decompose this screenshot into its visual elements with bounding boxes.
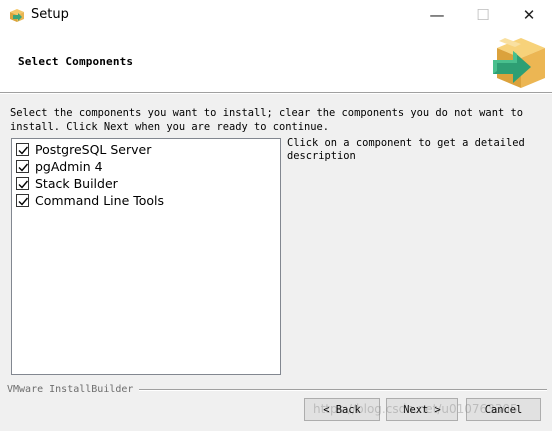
checkbox-checked[interactable] xyxy=(16,177,29,190)
installer-box-arrow-icon xyxy=(493,38,545,88)
setup-app-icon xyxy=(10,9,24,22)
checkmark-icon xyxy=(18,180,29,189)
list-item[interactable]: PostgreSQL Server xyxy=(16,141,151,158)
branding-separator: VMware InstallBuilder xyxy=(7,384,547,395)
wizard-body: Select the components you want to instal… xyxy=(0,94,552,431)
component-description: Click on a component to get a detailed d… xyxy=(287,137,525,162)
list-item[interactable]: Command Line Tools xyxy=(16,192,164,209)
minimize-icon: — xyxy=(429,6,445,24)
checkmark-icon xyxy=(18,146,29,155)
page-title: Select Components xyxy=(18,55,134,68)
checkbox-checked[interactable] xyxy=(16,160,29,173)
next-button[interactable]: Next > xyxy=(386,398,458,421)
back-button[interactable]: < Back xyxy=(304,398,380,421)
close-icon: ✕ xyxy=(522,6,536,24)
minimize-button[interactable]: — xyxy=(414,0,460,30)
checkbox-checked[interactable] xyxy=(16,143,29,156)
checkmark-icon xyxy=(18,197,29,206)
list-item[interactable]: pgAdmin 4 xyxy=(16,158,103,175)
components-list[interactable]: PostgreSQL Server pgAdmin 4 Stack Builde… xyxy=(11,138,281,375)
component-label: Stack Builder xyxy=(35,176,118,191)
maximize-icon: ☐ xyxy=(476,6,490,24)
cancel-button[interactable]: Cancel xyxy=(466,398,541,421)
checkbox-checked[interactable] xyxy=(16,194,29,207)
list-item[interactable]: Stack Builder xyxy=(16,175,118,192)
component-label: Command Line Tools xyxy=(35,193,165,208)
component-label: PostgreSQL Server xyxy=(35,142,152,157)
checkmark-icon xyxy=(18,163,29,172)
window-title: Setup xyxy=(31,7,69,22)
branding-label: VMware InstallBuilder xyxy=(7,384,140,395)
instructions-text: Select the components you want to instal… xyxy=(10,107,523,133)
title-bar: Setup — ☐ ✕ xyxy=(0,0,552,30)
close-button[interactable]: ✕ xyxy=(506,0,552,30)
maximize-button[interactable]: ☐ xyxy=(460,0,506,30)
wizard-header: Select Components xyxy=(0,30,552,93)
component-label: pgAdmin 4 xyxy=(35,159,103,174)
